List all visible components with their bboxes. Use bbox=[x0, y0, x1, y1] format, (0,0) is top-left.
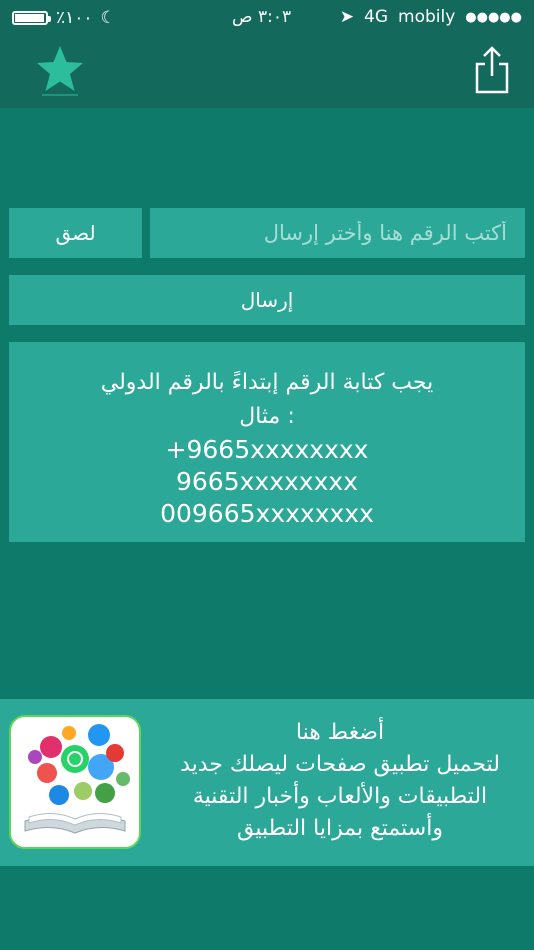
status-right: ➤ 4G mobily ●●●●● bbox=[340, 7, 522, 27]
status-bar: ٪١٠٠ ☾ ٣:٠٣ ص ➤ 4G mobily ●●●●● bbox=[0, 0, 534, 36]
moon-icon: ☾ bbox=[100, 8, 116, 28]
promo-banner[interactable]: أضغط هنا لتحميل تطبيق صفحات ليصلك جديد ا… bbox=[0, 699, 534, 866]
example-number-3: 009665xxxxxxxx bbox=[160, 499, 374, 528]
promo-line-2: التطبيقات والألعاب وأخبار التقنية bbox=[192, 784, 488, 809]
status-left: ٪١٠٠ ☾ bbox=[12, 8, 116, 28]
share-button[interactable] bbox=[472, 44, 512, 96]
nav-bar bbox=[0, 36, 534, 108]
example-label: مثال : bbox=[239, 404, 295, 429]
promo-line-3: وأستمتع بمزايا التطبيق bbox=[237, 816, 443, 841]
status-time: ٣:٠٣ ص bbox=[232, 7, 292, 27]
instructions-panel: يجب كتابة الرقم إبتداءً بالرقم الدولي مث… bbox=[9, 342, 525, 542]
network-type: 4G bbox=[364, 7, 389, 27]
paste-button[interactable]: لصق bbox=[9, 208, 142, 258]
carrier-name: mobily bbox=[398, 7, 456, 27]
app-book-icon[interactable] bbox=[9, 715, 141, 849]
send-button[interactable]: إرسال bbox=[9, 275, 525, 325]
example-number-2: 9665xxxxxxxx bbox=[176, 467, 358, 496]
promo-line-1: لتحميل تطبيق صفحات ليصلك جديد bbox=[180, 752, 500, 777]
battery-percent: ٪١٠٠ bbox=[56, 8, 93, 28]
star-icon bbox=[37, 46, 83, 96]
signal-icon: ●●●●● bbox=[465, 9, 522, 25]
share-icon bbox=[475, 46, 509, 94]
promo-text[interactable]: أضغط هنا لتحميل تطبيق صفحات ليصلك جديد ا… bbox=[160, 717, 520, 845]
instruction-text: يجب كتابة الرقم إبتداءً بالرقم الدولي bbox=[100, 370, 434, 395]
battery-icon bbox=[12, 11, 51, 25]
promo-title: أضغط هنا bbox=[295, 720, 385, 745]
location-arrow-icon: ➤ bbox=[339, 7, 355, 27]
phone-number-input[interactable] bbox=[150, 208, 525, 258]
favorite-button[interactable] bbox=[34, 44, 86, 96]
example-number-1: +9665xxxxxxxx bbox=[165, 435, 369, 464]
